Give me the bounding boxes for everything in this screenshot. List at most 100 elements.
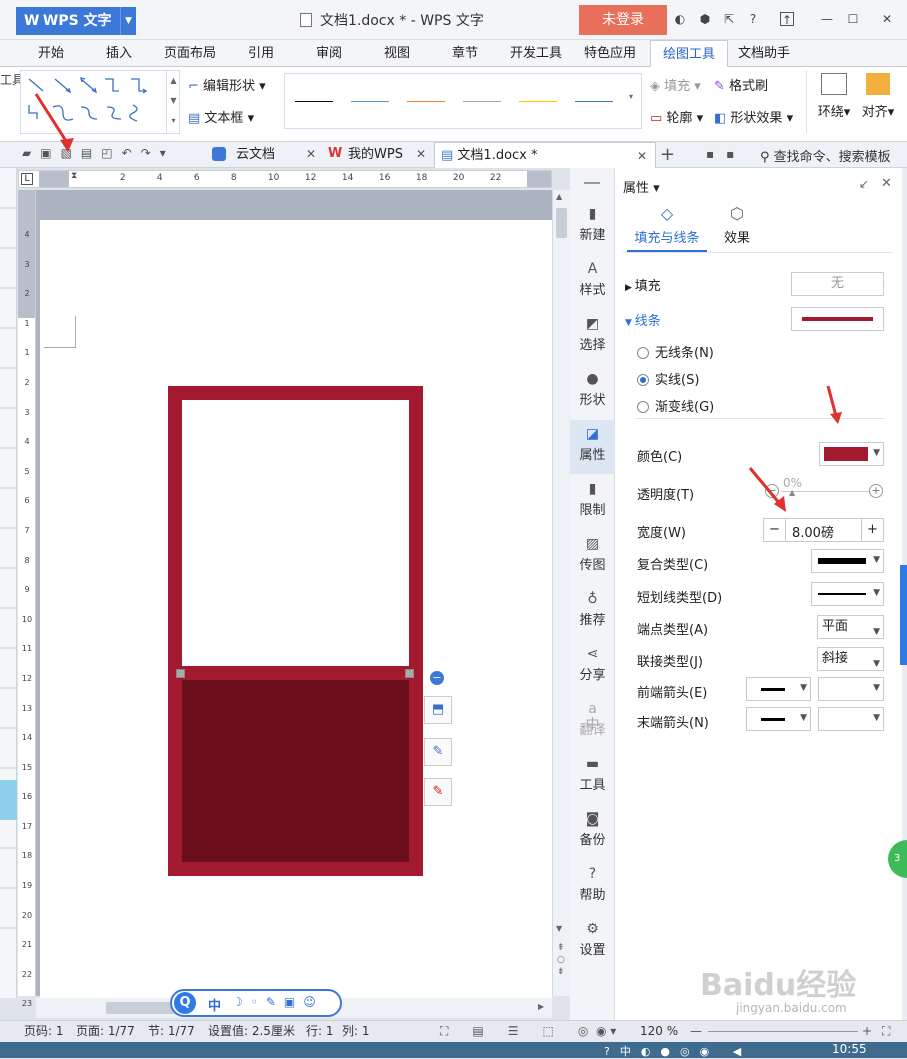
end-arrow-select[interactable]: ▼	[746, 707, 811, 731]
outline-button[interactable]: ▭ 轮廓 ▾	[650, 107, 703, 126]
outline-style-icon[interactable]: ✎	[424, 778, 452, 806]
doc-tab-cloud[interactable]: 云文档	[230, 142, 275, 168]
transparency-plus-icon[interactable]: +	[869, 484, 883, 498]
selected-shape[interactable]	[168, 386, 423, 876]
zoom-out-icon[interactable]: —	[690, 1021, 702, 1041]
vertical-ruler[interactable]: 4 3 2 1 1 2 3 4 5 6 7 8 9 10 11 12 13 14 15 16 17 18 19 20 21 22 2…	[18, 190, 36, 1008]
fill-button[interactable]: ◈ 填充 ▾	[650, 75, 701, 94]
chevron-down-icon[interactable]: ▼	[120, 7, 136, 35]
align-button[interactable]: 对齐▾	[858, 73, 898, 120]
tray-icons[interactable]: ?中◐●◎◉ ◀	[604, 1043, 751, 1059]
tab-tools-icons[interactable]: ▪▪	[706, 147, 746, 161]
nav-translate[interactable]: a中 翻译	[570, 695, 615, 749]
gallery-more-icon[interactable]: ▾	[629, 92, 633, 101]
line-style-gray[interactable]	[463, 101, 501, 102]
help-icon[interactable]: ?	[746, 12, 760, 26]
fit-page-icon[interactable]: ⛶	[882, 1021, 890, 1041]
vertical-scrollbar[interactable]: ▲ ▼ ⇞ ○ ⇟	[552, 190, 570, 996]
radio-no-line[interactable]: 无线条(N)	[637, 342, 714, 361]
nav-recommend[interactable]: ♁ 推荐	[570, 585, 615, 639]
dash-select[interactable]: ▼	[811, 582, 884, 606]
nav-restrict[interactable]: ▮ 限制	[570, 475, 615, 529]
nav-new[interactable]: ▮ 新建	[570, 200, 615, 254]
text-box-button[interactable]: ▤ 文本框 ▾	[188, 107, 254, 126]
line-style-darkblue[interactable]	[575, 101, 613, 102]
login-button[interactable]: 未登录	[579, 5, 667, 35]
tab-page-layout[interactable]: 页面布局	[164, 40, 216, 67]
line-style-gold[interactable]	[519, 101, 557, 102]
panel-collapse-handle[interactable]	[900, 565, 907, 665]
panel-close-icon[interactable]: ✕	[881, 176, 892, 191]
tab-doc-assistant[interactable]: 文档助手	[738, 40, 790, 67]
zoom-slider[interactable]	[708, 1031, 858, 1032]
compound-select[interactable]: ▼	[811, 549, 884, 573]
selection-handle[interactable]	[176, 669, 185, 678]
gallery-scroll[interactable]: ▲ ▼ ▾	[166, 71, 180, 133]
line-style-black[interactable]	[295, 101, 333, 102]
shape-style-icon[interactable]: ✎	[424, 738, 452, 766]
new-tab-icon[interactable]: +	[660, 144, 675, 165]
minimize-icon[interactable]: —	[820, 12, 834, 26]
bulb-icon[interactable]: ◉ ▾	[596, 1021, 616, 1041]
horizontal-ruler[interactable]: L ⧗ 24681012141618202224	[18, 170, 552, 188]
panel-title[interactable]: 属性 ▾	[623, 177, 660, 196]
selection-handle[interactable]	[405, 669, 414, 678]
page-nav-icons[interactable]: ⇞ ○ ⇟	[557, 942, 565, 978]
tab-effect[interactable]: ⬡ 效果	[715, 204, 759, 246]
nav-help[interactable]: ? 帮助	[570, 860, 615, 914]
nav-properties[interactable]: ◪ 属性	[570, 420, 615, 474]
tab-references[interactable]: 引用	[248, 40, 274, 67]
doc-tab-mywps[interactable]: 我的WPS	[342, 142, 403, 168]
maximize-icon[interactable]: ☐	[846, 12, 860, 26]
nav-share[interactable]: ⋖ 分享	[570, 640, 615, 694]
tab-developer[interactable]: 开发工具	[510, 40, 562, 67]
join-select[interactable]: 斜接 ▼	[817, 647, 884, 671]
collapse-icon[interactable]: −	[430, 671, 444, 685]
tab-chapter[interactable]: 章节	[452, 40, 478, 67]
zoom-level[interactable]: 120 %	[640, 1021, 678, 1041]
scroll-thumb[interactable]	[556, 208, 567, 238]
nav-style[interactable]: A 样式	[570, 255, 615, 309]
wps-menu-button[interactable]: W WPS 文字 ▼	[16, 7, 136, 35]
settings-icon[interactable]: ⬢	[698, 12, 712, 26]
close-tab-icon[interactable]: ✕	[306, 147, 316, 161]
tab-review[interactable]: 审阅	[316, 40, 342, 67]
line-preview[interactable]	[791, 307, 884, 331]
ime-tool-icons[interactable]: ☽◦✎▣☺	[232, 995, 324, 1009]
nav-handle[interactable]	[584, 182, 600, 184]
tab-start[interactable]: 开始	[38, 40, 64, 67]
line-style-orange[interactable]	[407, 101, 445, 102]
tab-stop-icon[interactable]: L	[21, 173, 33, 185]
edit-shape-button[interactable]: ⌐ 编辑形状 ▾	[188, 75, 266, 94]
width-plus-button[interactable]: +	[861, 519, 883, 541]
nav-backup[interactable]: ◙ 备份	[570, 805, 615, 859]
zoom-in-icon[interactable]: +	[862, 1021, 872, 1041]
scroll-down-icon[interactable]: ▼	[556, 924, 562, 933]
search-command[interactable]: ⚲ 查找命令、搜索模板	[760, 146, 891, 165]
line-style-gallery[interactable]: ▾	[284, 73, 642, 129]
fill-select[interactable]: 无	[791, 272, 884, 296]
view-mode-icons[interactable]: ⛶▤☰⬚◎	[440, 1021, 612, 1041]
panel-pin-icon[interactable]: ↙	[859, 177, 869, 191]
tab-drawing-tools[interactable]: 绘图工具	[650, 40, 729, 67]
ime-toolbar[interactable]: Q 中 ☽◦✎▣☺	[170, 989, 342, 1017]
layout-options-icon[interactable]: ⬒	[424, 696, 452, 724]
tab-fill-line[interactable]: ◇ 填充与线条	[627, 204, 707, 252]
nav-settings[interactable]: ⚙ 设置	[570, 915, 615, 969]
cap-select[interactable]: 平面 ▼	[817, 615, 884, 639]
doc-tab-active[interactable]: ▤ 文档1.docx * ✕	[434, 142, 656, 168]
radio-solid-line[interactable]: 实线(S)	[637, 369, 699, 388]
close-tab-icon[interactable]: ✕	[637, 143, 647, 169]
line-section[interactable]: ▼ 线条	[625, 310, 661, 329]
start-arrow-select[interactable]: ▼	[746, 677, 811, 701]
end-arrow-size-select[interactable]: ▼	[818, 707, 884, 731]
nav-tools[interactable]: ▬ 工具	[570, 750, 615, 804]
scroll-up-icon[interactable]: ▲	[556, 192, 562, 201]
scroll-right-icon[interactable]: ▶	[538, 1002, 544, 1011]
format-painter-button[interactable]: ✎ 格式刷	[714, 75, 768, 94]
radio-gradient-line[interactable]: 渐变线(G)	[637, 396, 714, 415]
close-tab-icon[interactable]: ✕	[416, 147, 426, 161]
nav-select[interactable]: ◩ 选择	[570, 310, 615, 364]
document-page[interactable]: − ⬒ ✎ ✎	[40, 220, 552, 1000]
fill-section[interactable]: ▶ 填充	[625, 275, 661, 294]
